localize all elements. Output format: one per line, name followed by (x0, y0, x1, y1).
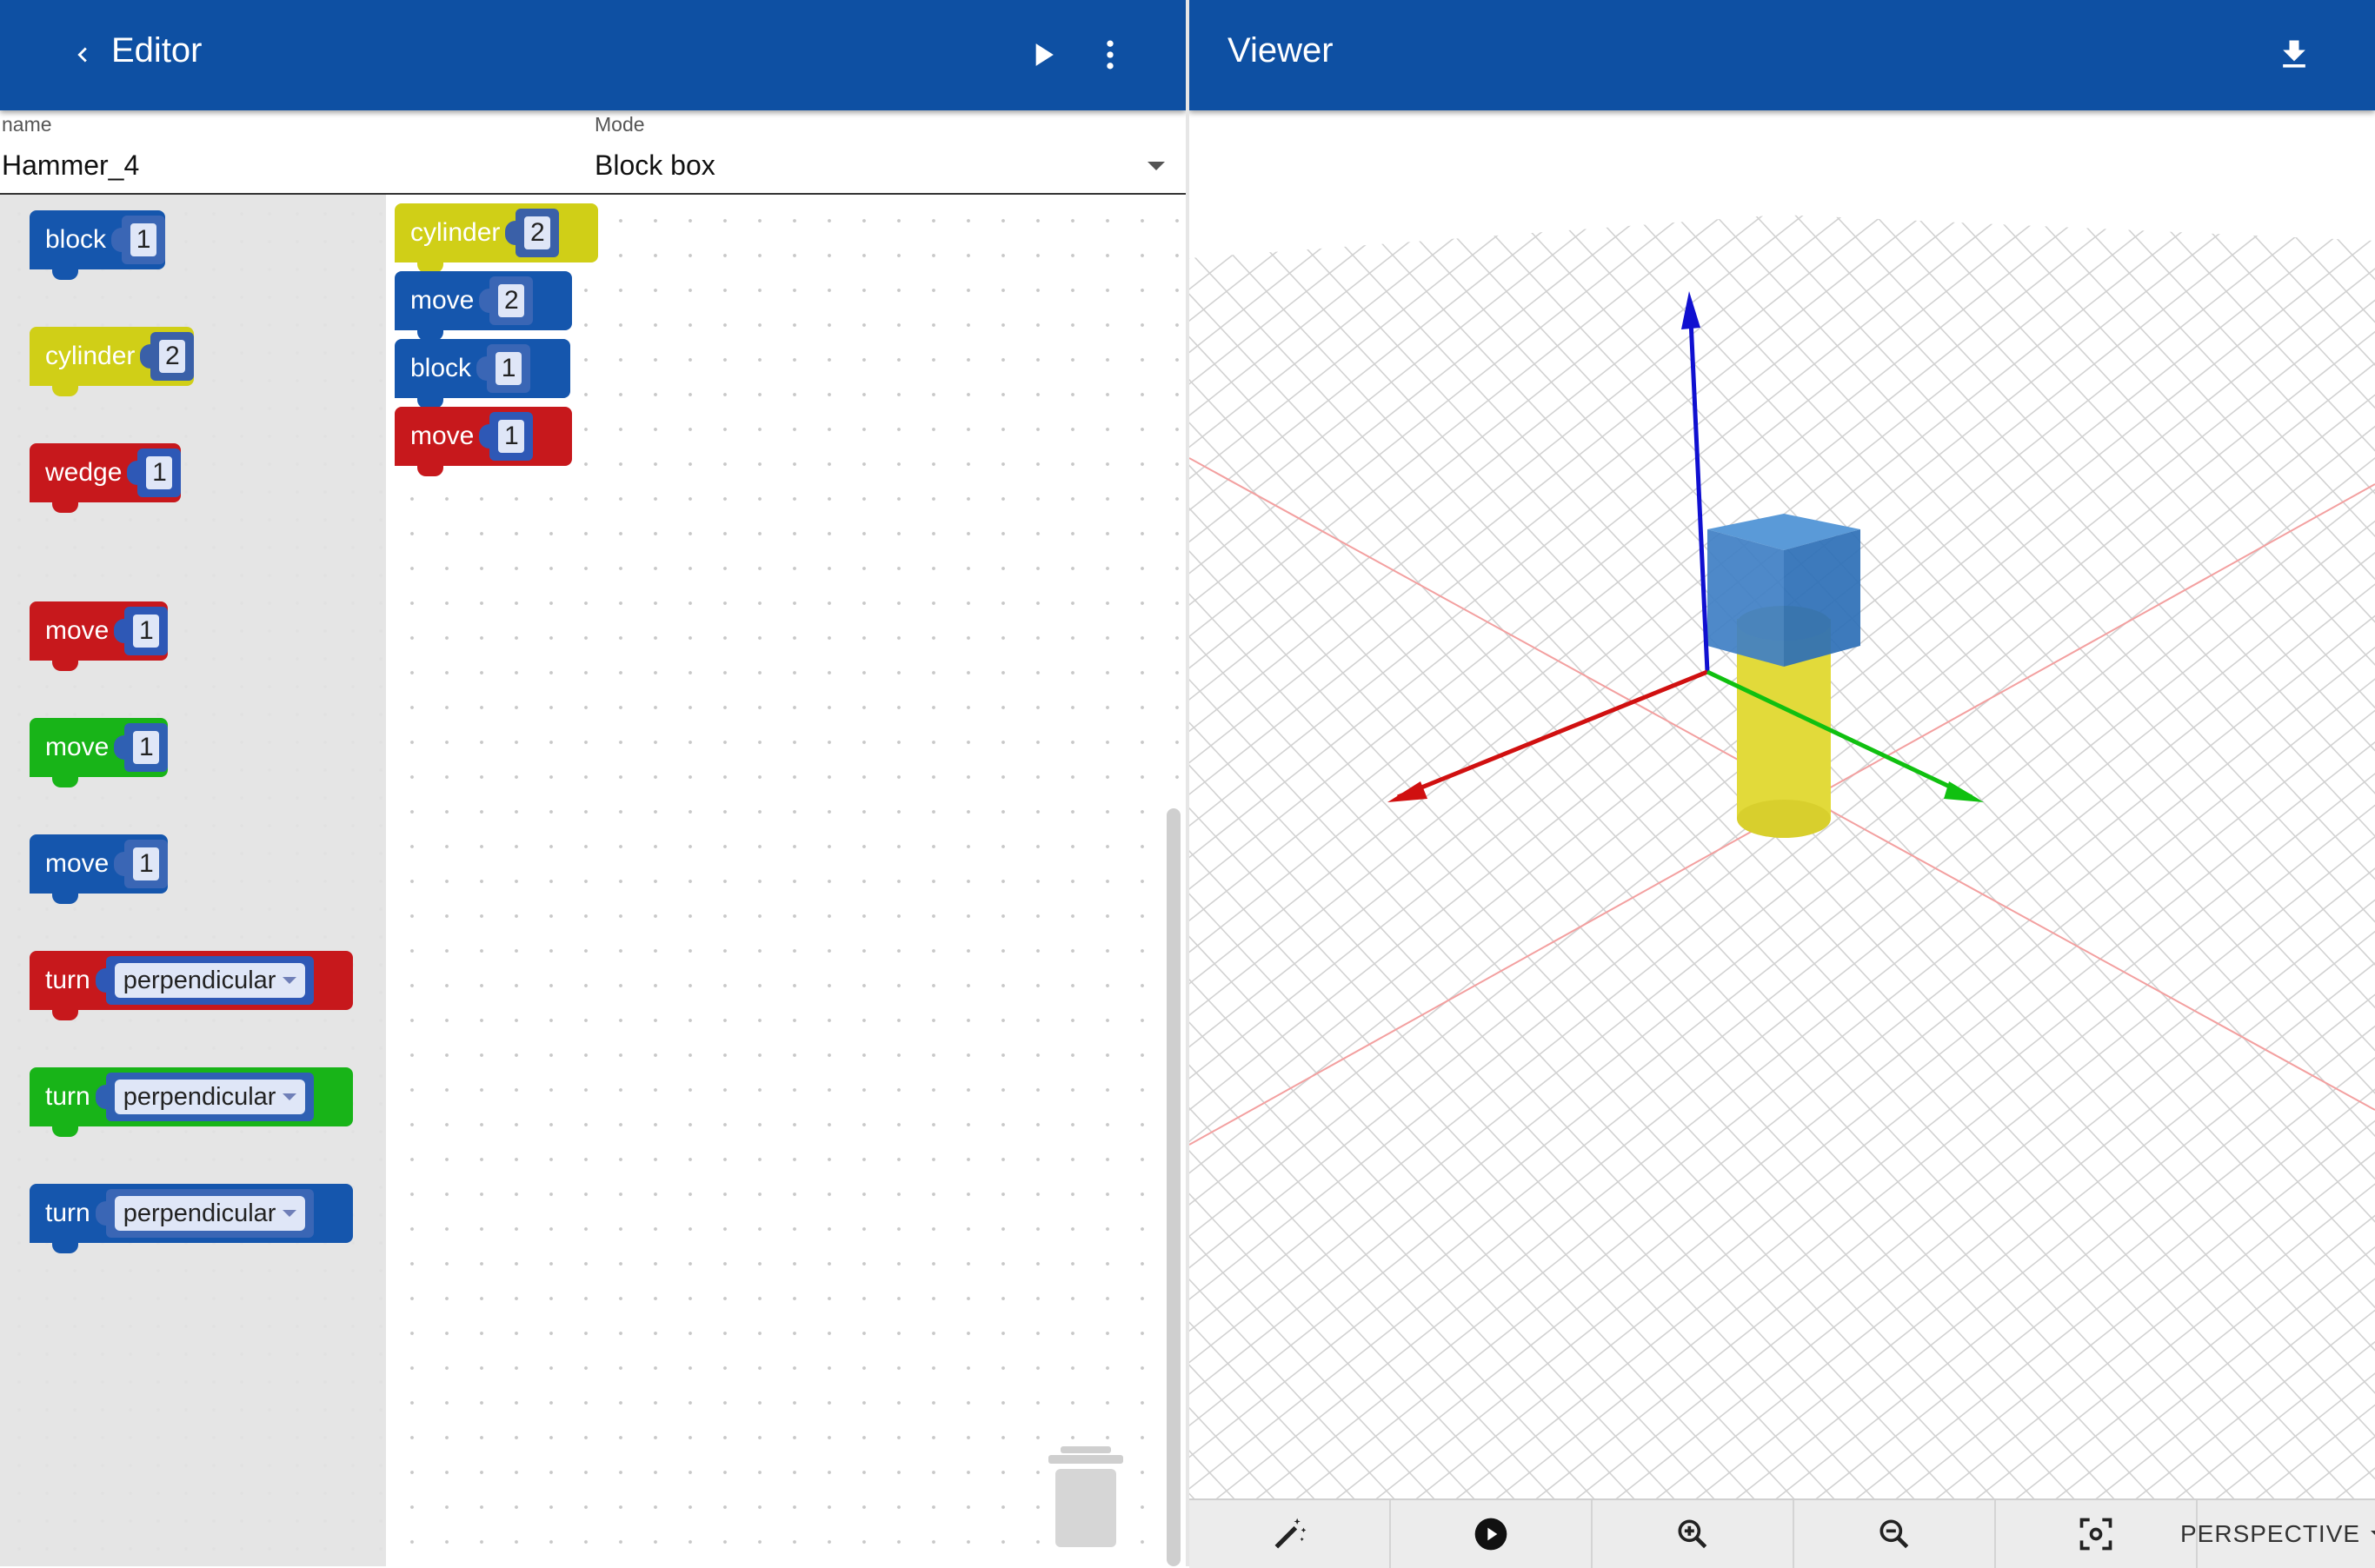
block-label: turn (45, 1199, 90, 1227)
value-slot: 2 (505, 209, 560, 257)
direction-dropdown[interactable]: perpendicular (114, 1080, 306, 1114)
workspace-scrollbar[interactable] (1167, 808, 1181, 1566)
block-label: move (410, 422, 475, 450)
block-label: move (45, 849, 110, 878)
toolbox-block-move-green[interactable]: move 1 (30, 718, 169, 787)
editor-title: Editor (111, 31, 203, 70)
workspace-block-move[interactable]: move 2 (395, 271, 572, 341)
scene-canvas[interactable] (1189, 110, 2375, 1501)
chevron-down-icon (283, 1210, 297, 1217)
value-slot: 1 (114, 607, 169, 655)
direction-dropdown[interactable]: perpendicular (114, 963, 306, 998)
block-label: turn (45, 1082, 90, 1111)
value-slot: perpendicular (95, 1073, 315, 1121)
chevron-down-icon (1148, 162, 1165, 170)
value-slot: 2 (479, 276, 534, 325)
number-field[interactable]: 2 (159, 340, 186, 373)
3d-viewport[interactable] (1189, 110, 2375, 1501)
chevron-down-icon (2371, 1530, 2375, 1538)
mode-select[interactable]: Block box (595, 149, 1177, 182)
magic-wand-icon[interactable] (1189, 1500, 1391, 1568)
direction-dropdown[interactable]: perpendicular (114, 1196, 306, 1231)
editor-app-bar: Editor (0, 0, 1186, 110)
number-field[interactable]: 2 (498, 284, 525, 317)
direction-value: perpendicular (123, 966, 276, 994)
block-label: block (410, 354, 472, 382)
block-label: move (45, 616, 110, 645)
view-mode-value: PERSPECTIVE (2180, 1520, 2361, 1547)
chevron-down-icon (283, 977, 297, 984)
name-label: name (2, 113, 52, 136)
value-slot: 1 (114, 723, 169, 772)
play-circle-icon[interactable] (1391, 1500, 1593, 1568)
toolbox-block-turn-blue[interactable]: turn perpendicular (30, 1184, 353, 1253)
block-label: wedge (45, 458, 123, 487)
number-field[interactable]: 1 (496, 352, 522, 385)
block-label: move (410, 286, 475, 315)
value-slot: 1 (479, 412, 534, 461)
value-slot: 1 (111, 216, 166, 264)
name-input[interactable]: Hammer_4 (2, 149, 139, 182)
play-icon[interactable] (1017, 30, 1068, 80)
workspace-block-move-red[interactable]: move 1 (395, 407, 572, 476)
value-slot: 2 (140, 332, 195, 381)
number-field[interactable]: 1 (130, 223, 157, 256)
number-field[interactable]: 2 (524, 216, 551, 249)
toolbox-block-block[interactable]: block 1 (30, 210, 166, 280)
number-field[interactable]: 1 (133, 615, 160, 648)
number-field[interactable]: 1 (498, 420, 525, 453)
value-slot: perpendicular (95, 956, 315, 1005)
mode-select-value: Block box (595, 149, 715, 181)
panel-divider[interactable] (1186, 0, 1189, 1566)
number-field[interactable]: 1 (133, 731, 160, 764)
zoom-out-icon[interactable] (1794, 1500, 1996, 1568)
block-shape[interactable] (1707, 514, 1860, 667)
toolbox-block-cylinder[interactable]: cylinder 2 (30, 327, 195, 396)
toolbox-block-turn-green[interactable]: turn perpendicular (30, 1067, 353, 1137)
value-slot: perpendicular (95, 1189, 315, 1238)
number-field[interactable]: 1 (133, 847, 160, 880)
viewer-app-bar: Viewer (1189, 0, 2375, 110)
trash-icon[interactable] (1048, 1446, 1123, 1551)
viewer-title: Viewer (1227, 31, 1334, 70)
number-field[interactable]: 1 (146, 456, 173, 489)
block-label: cylinder (410, 218, 501, 247)
toolbox-block-move-blue[interactable]: move 1 (30, 834, 169, 904)
block-label: block (45, 225, 107, 254)
grid-floor (1189, 215, 2375, 1501)
more-vert-icon[interactable] (1085, 30, 1135, 80)
block-workspace[interactable]: cylinder 2 move 2 block 1 move 1 (386, 195, 1186, 1566)
direction-value: perpendicular (123, 1199, 276, 1227)
toolbox-block-turn-red[interactable]: turn perpendicular (30, 951, 353, 1020)
block-label: cylinder (45, 342, 136, 370)
value-slot: 1 (476, 344, 531, 393)
view-mode-select[interactable]: PERSPECTIVE (2180, 1500, 2375, 1568)
workspace-block-block[interactable]: block 1 (395, 339, 570, 409)
viewer-toolbar: PERSPECTIVE (1189, 1498, 2375, 1568)
direction-value: perpendicular (123, 1082, 276, 1111)
value-slot: 1 (127, 448, 182, 497)
center-focus-icon[interactable] (1996, 1500, 2198, 1568)
workspace-block-cylinder[interactable]: cylinder 2 (395, 203, 598, 273)
block-label: turn (45, 966, 90, 994)
value-slot: 1 (114, 840, 169, 888)
mode-label: Mode (595, 113, 645, 136)
zoom-in-icon[interactable] (1593, 1500, 1794, 1568)
chevron-down-icon (283, 1093, 297, 1100)
toolbox-block-move-red[interactable]: move 1 (30, 601, 169, 671)
toolbox-block-wedge[interactable]: wedge 1 (30, 443, 182, 513)
block-toolbox: block 1 cylinder 2 wedge 1 move 1 move 1… (0, 195, 386, 1566)
chevron-left-icon[interactable] (57, 30, 108, 80)
block-label: move (45, 733, 110, 761)
download-icon[interactable] (2269, 30, 2319, 80)
